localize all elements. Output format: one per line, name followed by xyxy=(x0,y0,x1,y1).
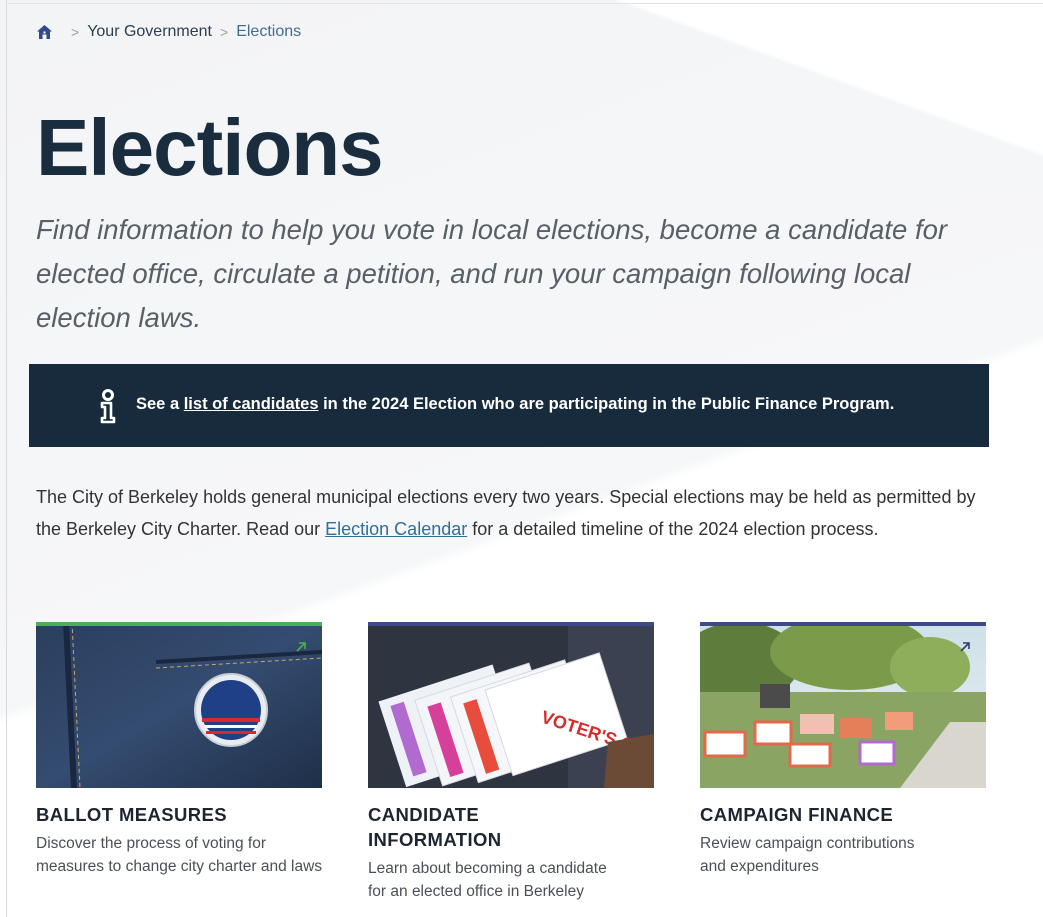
external-arrow-icon xyxy=(960,642,970,652)
card-title[interactable]: CANDIDATE INFORMATION xyxy=(368,802,528,852)
chevron-right-icon: > xyxy=(71,24,80,40)
notice-prefix: See a xyxy=(136,395,184,413)
card-ballot-measures[interactable]: BALLOT MEASURES Discover the process of … xyxy=(36,622,326,878)
breadcrumb-your-government[interactable]: Your Government xyxy=(87,23,212,41)
voter-flyers-photo: VOTER'S CHOICE ACT xyxy=(368,622,654,788)
home-icon[interactable] xyxy=(36,24,53,40)
card-accent-bar xyxy=(368,622,654,626)
notice-banner: See a list of candidates in the 2024 Ele… xyxy=(29,364,989,447)
card-description: Discover the process of voting for measu… xyxy=(36,835,323,875)
description-text-after: for a detailed timeline of the 2024 elec… xyxy=(467,519,879,539)
candidate-information-image[interactable]: VOTER'S CHOICE ACT xyxy=(368,622,654,788)
list-of-candidates-link[interactable]: list of candidates xyxy=(184,395,319,413)
info-icon xyxy=(100,389,116,424)
notice-text: See a list of candidates in the 2024 Ele… xyxy=(136,395,894,414)
notice-suffix: in the 2024 Election who are participati… xyxy=(318,395,895,413)
card-candidate-information[interactable]: VOTER'S CHOICE ACT CANDIDATE INFORMATION… xyxy=(368,622,658,903)
breadcrumb: > Your Government > Elections xyxy=(36,22,301,42)
elections-description: The City of Berkeley holds general munic… xyxy=(36,481,976,545)
card-accent-bar xyxy=(700,622,986,626)
card-campaign-finance[interactable]: CAMPAIGN FINANCE Review campaign contrib… xyxy=(700,622,990,878)
page-intro: Find information to help you vote in loc… xyxy=(36,214,948,333)
campaign-signs-photo xyxy=(700,622,986,788)
election-calendar-link[interactable]: Election Calendar xyxy=(325,519,467,539)
chevron-right-icon: > xyxy=(220,24,229,40)
ballot-measures-image[interactable] xyxy=(36,622,322,788)
campaign-finance-image[interactable] xyxy=(700,622,986,788)
denim-jacket-photo xyxy=(36,622,322,788)
card-description: Learn about becoming a candidate for an … xyxy=(368,860,607,900)
left-border xyxy=(6,0,7,917)
card-title[interactable]: BALLOT MEASURES xyxy=(36,802,326,827)
card-description: Review campaign contributions and expend… xyxy=(700,835,915,875)
card-title[interactable]: CAMPAIGN FINANCE xyxy=(700,802,990,827)
page-title: Elections xyxy=(36,103,384,192)
top-border xyxy=(6,3,1043,4)
external-arrow-icon xyxy=(296,642,306,652)
breadcrumb-elections[interactable]: Elections xyxy=(236,23,301,41)
card-accent-bar xyxy=(36,622,322,626)
